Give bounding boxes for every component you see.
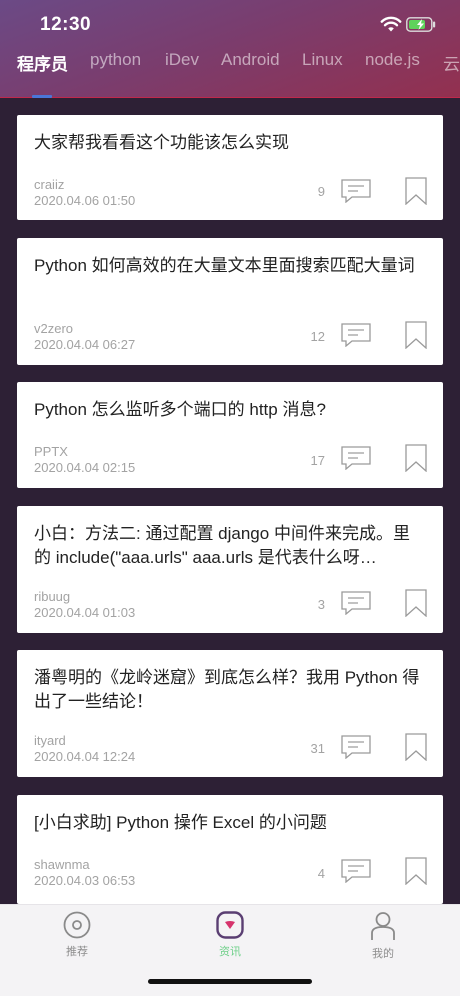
post-title[interactable]: 小白：方法二: 通过配置 django 中间件来完成。里的 include("a…: [34, 522, 424, 570]
tab-python[interactable]: python: [90, 50, 141, 70]
post-author: v2zero: [34, 321, 74, 336]
comment-count: 3: [317, 597, 325, 612]
post-date: 2020.04.03 06:53: [34, 873, 136, 888]
tab-cloud[interactable]: 云: [443, 50, 460, 74]
post-list[interactable]: 大家帮我看看这个功能该怎么实现 craiiz 2020.04.06 01:50 …: [0, 98, 460, 904]
post-author: shawnma: [34, 857, 90, 872]
post-date: 2020.04.06 01:50: [34, 193, 136, 208]
tabbar-label: 资讯: [219, 946, 241, 958]
post-card[interactable]: 大家帮我看看这个功能该怎么实现 craiiz 2020.04.06 01:50 …: [17, 115, 443, 220]
comment-icon[interactable]: [341, 323, 371, 347]
post-card[interactable]: 潘粤明的《龙岭迷窟》到底怎么样？我用 Python 得出了一些结论！ ityar…: [17, 650, 443, 777]
post-title[interactable]: 大家帮我看看这个功能该怎么实现: [34, 131, 424, 155]
post-author: ityard: [34, 733, 66, 748]
bookmark-icon[interactable]: [405, 589, 427, 617]
post-card[interactable]: Python 怎么监听多个端口的 http 消息? PPTX 2020.04.0…: [17, 382, 443, 488]
bookmark-icon[interactable]: [405, 733, 427, 761]
comment-count: 9: [317, 184, 325, 199]
comment-count: 31: [310, 741, 325, 756]
tab-android[interactable]: Android: [221, 50, 280, 70]
tab-linux[interactable]: Linux: [302, 50, 343, 70]
post-card[interactable]: 小白：方法二: 通过配置 django 中间件来完成。里的 include("a…: [17, 506, 443, 633]
post-author: craiiz: [34, 177, 65, 192]
post-author: ribuug: [34, 589, 71, 604]
tabbar-item-profile[interactable]: 我的: [343, 911, 423, 965]
post-title[interactable]: Python 怎么监听多个端口的 http 消息?: [34, 398, 424, 422]
header: 12:30 程序员 python iDev Android Linux node…: [0, 0, 460, 98]
post-title[interactable]: Python 如何高效的在大量文本里面搜索匹配大量词: [34, 254, 424, 278]
post-date: 2020.04.04 02:15: [34, 460, 136, 475]
comment-count: 12: [310, 329, 325, 344]
home-indicator: [148, 979, 312, 984]
battery-icon: [406, 17, 436, 32]
bookmark-icon[interactable]: [405, 444, 427, 472]
tab-programmer[interactable]: 程序员: [17, 50, 68, 74]
tabbar-item-news[interactable]: 资讯: [190, 911, 270, 965]
comment-count: 4: [317, 866, 325, 881]
tabbar-label: 我的: [372, 948, 394, 960]
post-title[interactable]: 潘粤明的《龙岭迷窟》到底怎么样？我用 Python 得出了一些结论！: [34, 666, 424, 714]
comment-count: 17: [310, 453, 325, 468]
status-bar: 12:30: [0, 0, 460, 46]
tab-nodejs[interactable]: node.js: [365, 50, 420, 70]
wifi-icon: [380, 16, 402, 32]
comment-icon[interactable]: [341, 859, 371, 883]
post-date: 2020.04.04 06:27: [34, 337, 136, 352]
app-screen: 12:30 程序员 python iDev Android Linux node…: [0, 0, 460, 996]
category-tabs: 程序员 python iDev Android Linux node.js 云: [0, 50, 460, 74]
bookmark-icon[interactable]: [405, 321, 427, 349]
post-title[interactable]: [小白求助] Python 操作 Excel 的小问题: [34, 811, 424, 835]
bookmark-icon[interactable]: [405, 177, 427, 205]
tabbar-label: 推荐: [66, 946, 88, 958]
post-card[interactable]: [小白求助] Python 操作 Excel 的小问题 shawnma 2020…: [17, 795, 443, 904]
tab-idev[interactable]: iDev: [165, 50, 199, 70]
comment-icon[interactable]: [341, 446, 371, 470]
target-icon: [63, 911, 91, 939]
status-time: 12:30: [40, 14, 92, 35]
post-date: 2020.04.04 12:24: [34, 749, 136, 764]
post-author: PPTX: [34, 444, 68, 459]
comment-icon[interactable]: [341, 591, 371, 615]
tabbar-item-recommend[interactable]: 推荐: [37, 911, 117, 965]
post-card[interactable]: Python 如何高效的在大量文本里面搜索匹配大量词 v2zero 2020.0…: [17, 238, 443, 365]
profile-icon: [371, 912, 395, 940]
comment-icon[interactable]: [341, 179, 371, 203]
bookmark-icon[interactable]: [405, 857, 427, 885]
comment-icon[interactable]: [341, 735, 371, 759]
post-date: 2020.04.04 01:03: [34, 605, 136, 620]
news-icon: [216, 911, 244, 939]
